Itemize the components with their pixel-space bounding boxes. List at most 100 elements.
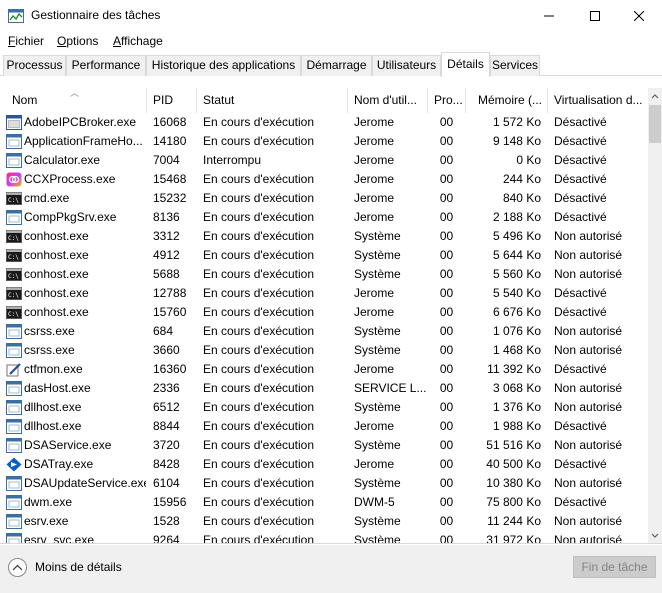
process-pid-cell: 8428 [153,457,180,471]
process-pid-cell: 12788 [153,286,187,300]
table-row[interactable]: esrv.exe 1528 En cours d'exécution Système 0… [0,512,648,531]
process-name-cell: conhost.exe [24,267,89,281]
column-header-virtualization[interactable]: Virtualisation d... [548,88,648,113]
process-user-cell: Système [354,514,401,528]
process-pid-cell: 3720 [153,438,180,452]
process-pid-cell: 3312 [153,229,180,243]
table-row[interactable]: Calculator.exe 7004 Interrompu Jerome 00 0 Ko… [0,151,648,170]
table-row[interactable]: ctfmon.exe 16360 En cours d'exécution Jerom… [0,360,648,379]
column-header-username[interactable]: Nom d'util... [348,88,428,113]
process-memory-cell: 5 540 Ko [492,286,541,300]
process-user-cell: Jerome [354,172,395,186]
process-pid-cell: 4912 [153,248,180,262]
table-row[interactable]: AdobeIPCBroker.exe 16068 En cours d'exécut… [0,113,648,132]
menu-affichage[interactable]: Affichage [113,34,163,48]
maximize-button[interactable] [572,0,618,31]
table-row[interactable]: C:\ conhost.exe 5688 En cours d'exécution Sy… [0,265,648,284]
table-row[interactable]: C:\ conhost.exe 15760 En cours d'exécution J… [0,303,648,322]
scroll-up-arrow-icon[interactable] [648,88,662,105]
tab-performance[interactable]: Performance [66,55,146,76]
process-virtualization-cell: Désactivé [554,286,607,300]
process-virtualization-cell: Non autorisé [554,476,623,490]
table-row[interactable]: C:\ cmd.exe 15232 En cours d'exécution Jerom… [0,189,648,208]
process-cpu-cell: 00 [439,457,454,471]
process-user-cell: Système [354,229,401,243]
process-cpu-cell: 00 [439,324,454,338]
process-virtualization-cell: Non autorisé [554,533,623,544]
process-status-cell: En cours d'exécution [203,400,315,414]
process-status-cell: En cours d'exécution [203,286,315,300]
table-row[interactable]: C:\ conhost.exe 4912 En cours d'exécution Sy… [0,246,648,265]
process-user-cell: Jerome [354,115,395,129]
table-row[interactable]: csrss.exe 684 En cours d'exécution Système 0… [0,322,648,341]
column-header-memory[interactable]: Mémoire (... [466,88,548,113]
process-memory-cell: 244 Ko [502,172,541,186]
column-header-pid[interactable]: PID [147,88,197,113]
tab-utilisateurs[interactable]: Utilisateurs [372,55,441,76]
fewer-details-button[interactable]: Moins de détails [8,556,122,578]
column-header-status[interactable]: Statut [197,88,348,113]
process-name-cell: conhost.exe [24,229,89,243]
process-cpu-cell: 00 [439,229,454,243]
table-row[interactable]: dwm.exe 15956 En cours d'exécution DWM-5 00 7… [0,493,648,512]
table-row[interactable]: C:\ conhost.exe 12788 En cours d'exécution J… [0,284,648,303]
tab-services[interactable]: Services [490,55,540,76]
column-header-cpu[interactable]: Pro... [428,88,466,113]
scroll-down-arrow-icon[interactable] [648,527,662,544]
window-app-icon [6,533,22,543]
chevron-up-icon [8,557,27,577]
process-status-cell: En cours d'exécution [203,248,315,262]
process-user-cell: Jerome [354,362,395,376]
close-button[interactable] [616,0,662,31]
end-task-button[interactable]: Fin de tâche [573,556,656,578]
process-user-cell: Jerome [354,191,395,205]
table-row[interactable]: esrv_svc.exe 9264 En cours d'exécution Syst… [0,531,648,544]
process-status-cell: En cours d'exécution [203,229,315,243]
menu-options[interactable]: Options [57,34,98,48]
table-row[interactable]: dllhost.exe 6512 En cours d'exécution Systè… [0,398,648,417]
table-row[interactable]: DSATray.exe 8428 En cours d'exécution Jerom… [0,455,648,474]
process-name-cell: Calculator.exe [24,153,101,167]
tab-historique[interactable]: Historique des applications [146,55,301,76]
process-name-cell: esrv_svc.exe [24,533,95,544]
process-user-cell: Système [354,476,401,490]
table-row[interactable]: dllhost.exe 8844 En cours d'exécution Jerom… [0,417,648,436]
column-header-name[interactable]: Nom [6,88,147,113]
table-row[interactable]: CompPkgSrv.exe 8136 En cours d'exécution Je… [0,208,648,227]
process-cpu-cell: 00 [439,419,454,433]
table-row[interactable]: CCXProcess.exe 15468 En cours d'exécution J… [0,170,648,189]
vertical-scrollbar[interactable] [648,88,662,544]
tab-demarrage[interactable]: Démarrage [301,55,372,76]
console-icon: C:\ [6,286,22,301]
process-memory-cell: 1 988 Ko [492,419,541,433]
menu-fichier[interactable]: Fichier [8,34,44,48]
ctfmon-pen-icon [6,362,22,377]
minimize-button[interactable] [526,0,572,31]
process-cpu-cell: 00 [439,191,454,205]
table-row[interactable]: DSAService.exe 3720 En cours d'exécution Sy… [0,436,648,455]
process-memory-cell: 5 496 Ko [492,229,541,243]
tab-details[interactable]: Détails [441,52,490,77]
process-name-cell: dllhost.exe [24,400,82,414]
menu-affichage-mnemonic: A [113,34,122,48]
process-virtualization-cell: Non autorisé [554,514,623,528]
process-cpu-cell: 00 [439,172,454,186]
table-row[interactable]: csrss.exe 3660 En cours d'exécution Système… [0,341,648,360]
process-cpu-cell: 00 [439,267,454,281]
tab-processus[interactable]: Processus [3,55,66,76]
console-icon: C:\ [6,191,22,206]
process-name-cell: CompPkgSrv.exe [24,210,117,224]
process-name-cell: DSATray.exe [24,457,94,471]
process-status-cell: En cours d'exécution [203,457,315,471]
process-pid-cell: 15760 [153,305,187,319]
table-row[interactable]: dasHost.exe 2336 En cours d'exécution SERVI… [0,379,648,398]
table-row[interactable]: C:\ conhost.exe 3312 En cours d'exécution Sy… [0,227,648,246]
table-row[interactable]: ApplicationFrameHo... 14180 En cours d'exé… [0,132,648,151]
tab-bar: Processus Performance Historique des app… [0,52,662,77]
process-pid-cell: 2336 [153,381,180,395]
table-row[interactable]: DSAUpdateService.exe 6104 En cours d'exécu… [0,474,648,493]
close-icon [634,10,644,21]
process-name-cell: csrss.exe [24,343,75,357]
process-user-cell: Jerome [354,153,395,167]
scrollbar-thumb[interactable] [649,105,661,143]
